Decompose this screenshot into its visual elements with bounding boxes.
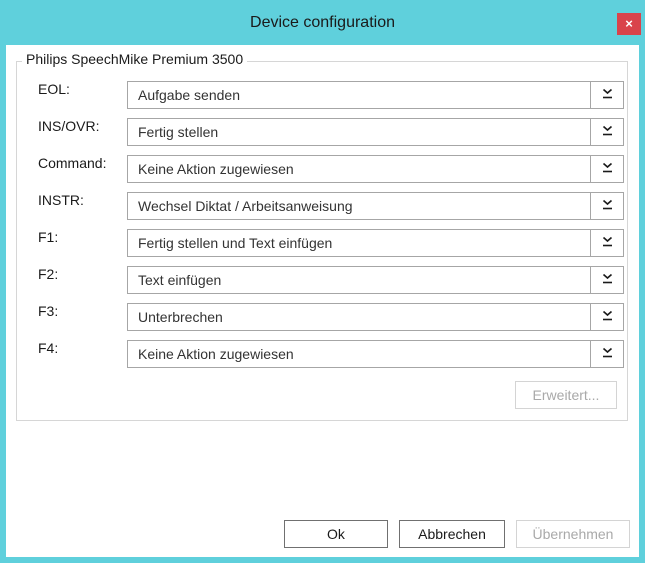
eol-dropdown-button[interactable] — [590, 82, 623, 108]
instr-dropdown[interactable]: Wechsel Diktat / Arbeitsanweisung — [127, 192, 624, 220]
f1-selected-value: Fertig stellen und Text einfügen — [138, 235, 333, 251]
eol-dropdown[interactable]: Aufgabe senden — [127, 81, 624, 109]
command-dropdown[interactable]: Keine Aktion zugewiesen — [127, 155, 624, 183]
f2-dropdown-button[interactable] — [590, 267, 623, 293]
dialog-client-area: Philips SpeechMike Premium 3500 EOL: Auf… — [6, 45, 639, 557]
chevron-down-icon — [602, 236, 613, 247]
ok-button[interactable]: Ok — [284, 520, 388, 548]
instr-selected-value: Wechsel Diktat / Arbeitsanweisung — [138, 198, 353, 214]
cancel-button[interactable]: Abbrechen — [399, 520, 505, 548]
command-label: Command: — [38, 155, 107, 171]
f1-dropdown[interactable]: Fertig stellen und Text einfügen — [127, 229, 624, 257]
command-selected-value: Keine Aktion zugewiesen — [138, 161, 294, 177]
eol-label: EOL: — [38, 81, 70, 97]
instr-dropdown-button[interactable] — [590, 193, 623, 219]
chevron-down-icon — [602, 347, 613, 358]
ins-ovr-label: INS/OVR: — [38, 118, 100, 134]
chevron-down-icon — [602, 125, 613, 136]
chevron-down-icon — [602, 310, 613, 321]
window-title: Device configuration — [250, 14, 395, 31]
chevron-down-icon — [602, 162, 613, 173]
close-icon: × — [625, 16, 633, 31]
f2-label: F2: — [38, 266, 59, 282]
f3-dropdown[interactable]: Unterbrechen — [127, 303, 624, 331]
ins-ovr-dropdown-button[interactable] — [590, 119, 623, 145]
f1-label: F1: — [38, 229, 59, 245]
f2-selected-value: Text einfügen — [138, 272, 222, 288]
chevron-down-icon — [602, 88, 613, 99]
f4-dropdown[interactable]: Keine Aktion zugewiesen — [127, 340, 624, 368]
chevron-down-icon — [602, 199, 613, 210]
device-configuration-window: Device configuration × Philips SpeechMik… — [0, 0, 645, 563]
instr-label: INSTR: — [38, 192, 84, 208]
ins-ovr-selected-value: Fertig stellen — [138, 124, 219, 140]
ins-ovr-dropdown[interactable]: Fertig stellen — [127, 118, 624, 146]
apply-button[interactable]: Übernehmen — [516, 520, 630, 548]
close-button[interactable]: × — [617, 13, 641, 35]
f3-label: F3: — [38, 303, 59, 319]
device-name-legend: Philips SpeechMike Premium 3500 — [22, 51, 248, 67]
command-dropdown-button[interactable] — [590, 156, 623, 182]
advanced-button[interactable]: Erweitert... — [515, 381, 617, 409]
chevron-down-icon — [602, 273, 613, 284]
f4-selected-value: Keine Aktion zugewiesen — [138, 346, 294, 362]
f4-dropdown-button[interactable] — [590, 341, 623, 367]
f2-dropdown[interactable]: Text einfügen — [127, 266, 624, 294]
f3-dropdown-button[interactable] — [590, 304, 623, 330]
f4-label: F4: — [38, 340, 59, 356]
title-bar[interactable]: Device configuration × — [0, 0, 645, 45]
eol-selected-value: Aufgabe senden — [138, 87, 240, 103]
f1-dropdown-button[interactable] — [590, 230, 623, 256]
f3-selected-value: Unterbrechen — [138, 309, 223, 325]
